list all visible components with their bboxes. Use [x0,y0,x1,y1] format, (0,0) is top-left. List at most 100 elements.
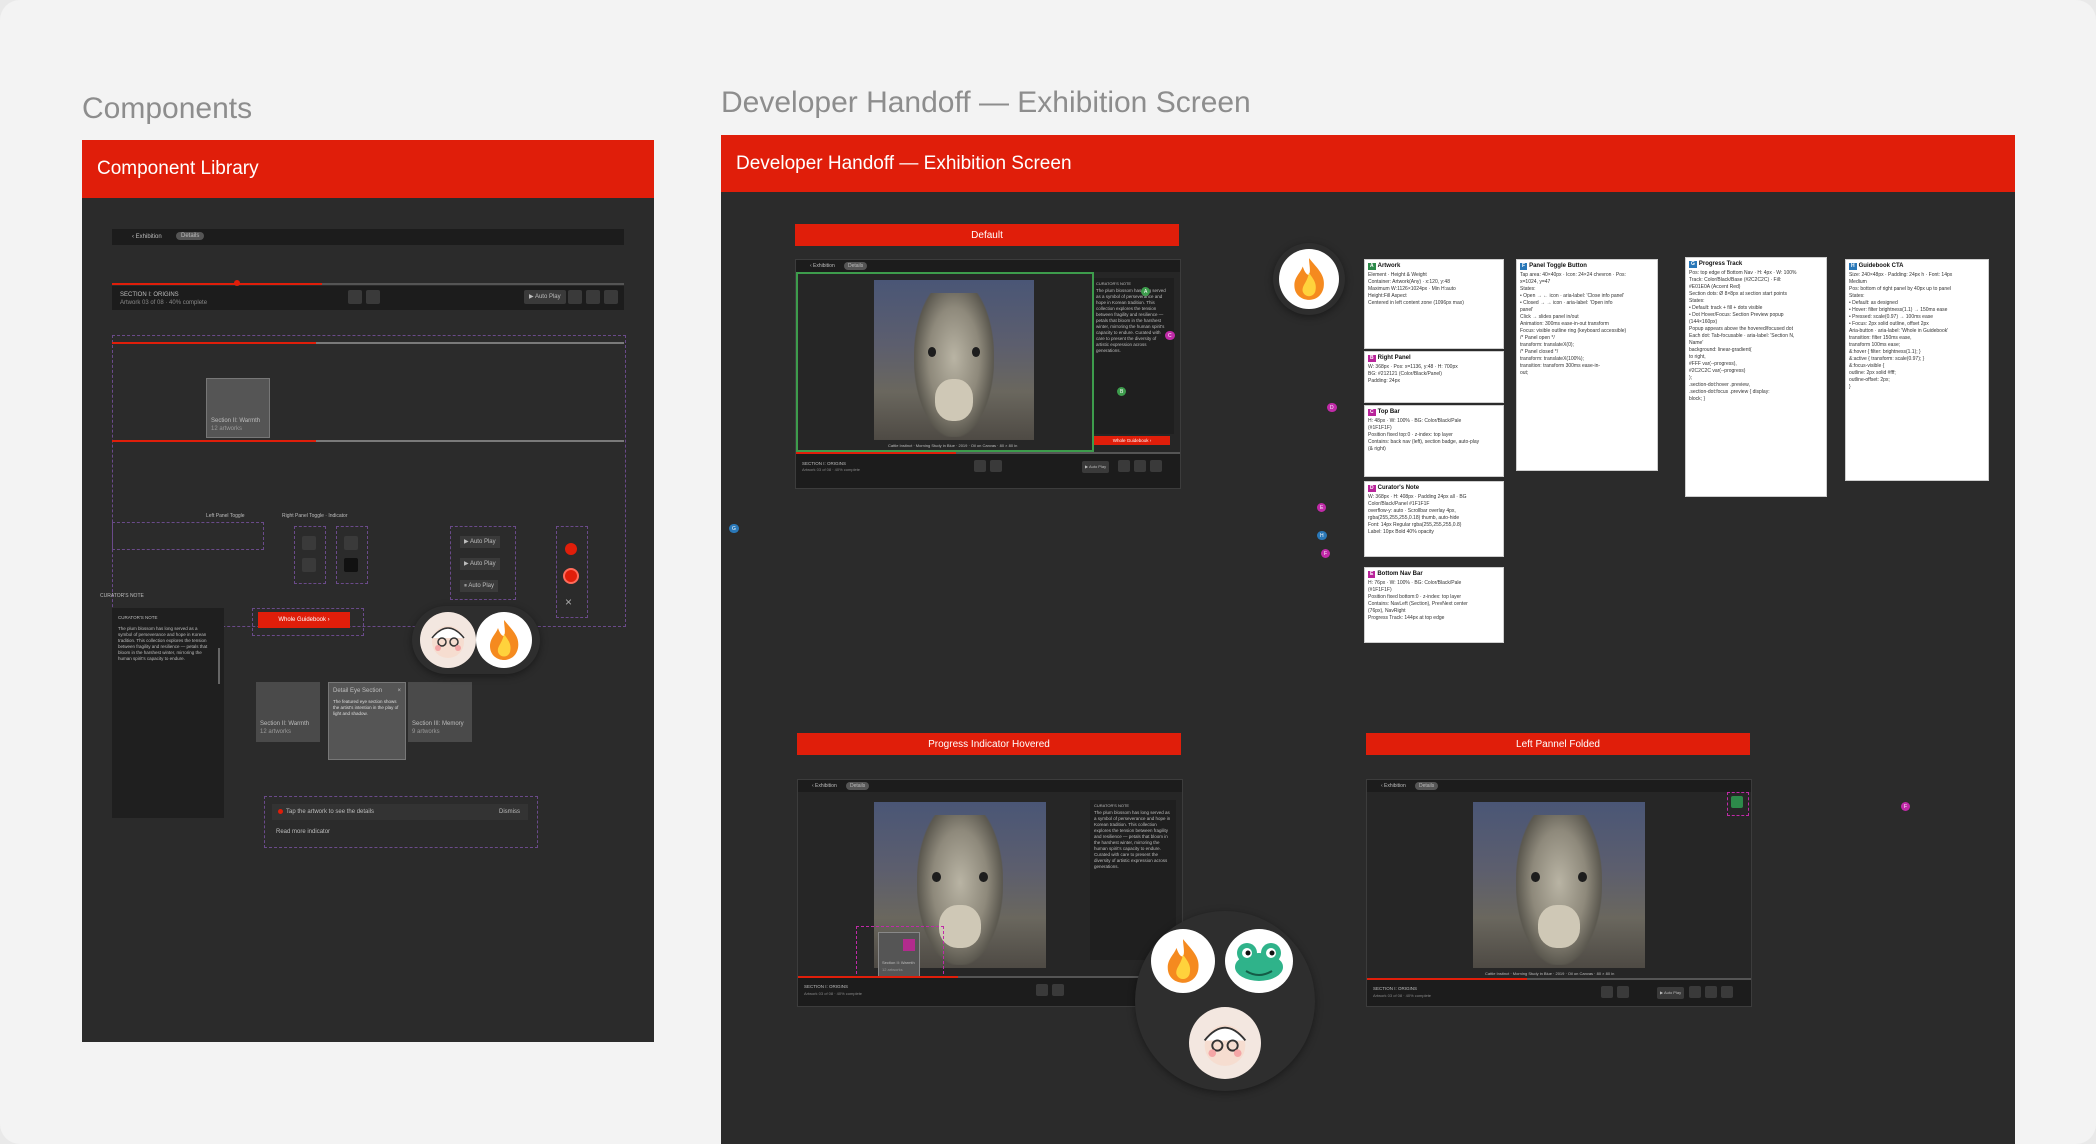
spec-note-bottom-nav[interactable]: E Bottom Nav Bar H: 76px · W: 100% · BG: … [1364,567,1504,643]
curators-note-label: CURATOR'S NOTE [118,615,158,620]
fullscreen-icon[interactable] [604,290,618,304]
folded-screen[interactable]: ‹ Exhibition Details Cattle Instinct · M… [1366,779,1752,1007]
screen-section-sub: Artwork 03 of 08 · 40% complete [802,467,861,472]
details-chip[interactable]: Details [176,232,205,240]
toast-action[interactable]: Dismiss [499,808,520,816]
folded-back-nav[interactable]: ‹ Exhibition [1381,782,1406,790]
detail-tooltip[interactable]: Detail Eye Section × The featured eye se… [328,682,406,760]
toast-component[interactable]: Tap the artwork to see the details Dismi… [272,804,528,820]
spec-note-right-panel[interactable]: B Right Panel W: 368px · Pos: x=1136, y:4… [1364,351,1504,403]
curators-note-component[interactable]: CURATOR'S NOTE The plum blossom has long… [112,608,224,818]
component-library-header: Component Library [82,140,654,198]
screen-autoplay[interactable]: ▶ Auto Play [1082,461,1110,473]
hovered-back-nav[interactable]: ‹ Exhibition [812,782,837,790]
screen-prev-button[interactable] [974,460,986,472]
progress-variants-group [112,335,626,627]
folded-share-icon[interactable] [1705,986,1717,998]
screen-next-button[interactable] [990,460,1002,472]
scrollbar-thumb[interactable] [218,648,220,684]
folded-prev-button[interactable] [1601,986,1613,998]
progress-track[interactable] [322,283,624,285]
folded-fullscreen-icon[interactable] [1721,986,1733,998]
section-card-label: Section II: Warmth [260,721,310,727]
panel-note-text: The plum blossom has long served as a sy… [1096,288,1166,353]
component-library-board[interactable]: Component Library ‹ Exhibition Details S… [82,140,654,1042]
tooltip-text: The featured eye section shows the artis… [333,699,399,716]
default-state-tab[interactable]: Default [795,224,1179,246]
right-panel[interactable]: CURATOR'S NOTE The plum blossom has long… [1092,278,1174,434]
artwork-zone-annotation [796,272,1094,452]
screen-fullscreen-icon[interactable] [1150,460,1162,472]
frog-face [1225,929,1293,993]
collaborator-cursors [412,606,540,674]
folded-artwork-cow[interactable] [1473,802,1645,968]
spec-note-artwork[interactable]: A Artwork Element · Height & Weight Contai… [1364,259,1504,349]
prev-button[interactable] [348,290,362,304]
curators-note-frame-label: CURATOR'S NOTE [100,593,144,599]
folded-chip[interactable]: Details [1415,782,1439,790]
pin-g[interactable]: G [729,524,739,533]
hovered-next-button[interactable] [1052,984,1064,996]
spec-note-curators-note[interactable]: D Curator's Note W: 368px · H: 408px · Pa… [1364,481,1504,557]
screen-chip[interactable]: Details [844,262,868,270]
hovered-prev-button[interactable] [1036,984,1048,996]
left-toggle-button[interactable] [302,536,316,550]
preview-card-sub: 12 artworks [211,426,243,432]
screen-share-icon[interactable] [1134,460,1146,472]
bottom-nav-component[interactable]: SECTION I: ORIGINS Artwork 03 of 08 · 40… [112,286,624,310]
folded-state-tab[interactable]: Left Pannel Folded [1366,733,1750,755]
section-preview-card[interactable]: Section II: Warmth 12 artworks [206,378,270,438]
share-icon[interactable] [586,290,600,304]
guidebook-cta-button[interactable]: Whole Guidebook › [258,612,350,628]
default-screen[interactable]: ‹ Exhibition Details CURATOR'S NOTE The … [795,259,1181,489]
screen-heart-icon[interactable] [1118,460,1130,472]
folded-caption: Cattle Instinct · Morning Study in Blue … [1485,971,1615,976]
pin-h[interactable]: H [1317,531,1327,540]
spec-note-panel-toggle[interactable]: F Panel Toggle Button Tap area: 40×40px ·… [1516,259,1658,471]
autoplay-default[interactable]: ▶ Auto Play [460,536,500,548]
hovered-chip[interactable]: Details [846,782,870,790]
panel-note-label: CURATOR'S NOTE [1096,281,1132,286]
pin-f[interactable]: F [1321,549,1331,558]
folded-heart-icon[interactable] [1689,986,1701,998]
spec-note-progress-track[interactable]: G Progress Track Pos: top edge of Bottom … [1685,257,1827,497]
handoff-frame-label[interactable]: Developer Handoff — Exhibition Screen [721,86,1251,120]
autoplay-hover[interactable]: ▶ Auto Play [460,558,500,570]
hovered-note-label: CURATOR'S NOTE [1094,803,1130,808]
section-card-2[interactable]: Section III: Memory 9 artworks [408,682,472,742]
pin-c[interactable]: C [1165,331,1175,340]
components-frame-label[interactable]: Components [82,92,252,126]
next-button[interactable] [366,290,380,304]
section-card[interactable]: Section II: Warmth 12 artworks [256,682,320,742]
spec-note-top-bar[interactable]: C Top Bar H: 48px · W: 100% · BG: Color/B… [1364,405,1504,477]
pin-folded[interactable]: F [1901,802,1911,811]
left-toggle-variants [294,526,326,584]
record-icon-hover[interactable] [563,568,579,584]
close-icon[interactable]: × [565,596,577,608]
top-bar-component[interactable]: ‹ Exhibition Details [112,229,624,245]
section-card-2-label: Section III: Memory [412,721,464,727]
section-card-sub: 12 artworks [260,729,292,735]
hovered-state-tab[interactable]: Progress Indicator Hovered [797,733,1181,755]
autoplay-active[interactable]: ⏸ Auto Play [460,580,499,592]
hovered-screen[interactable]: ‹ Exhibition Details CURATOR'S NOTE The … [797,779,1183,1007]
guidebook-cta[interactable]: Whole Guidebook › [1094,436,1170,445]
folded-panel-toggle[interactable] [1731,796,1743,808]
auto-play-button[interactable]: ▶ Auto Play [524,290,566,304]
pin-d[interactable]: D [1327,403,1337,412]
left-toggle-button-alt[interactable] [302,558,316,572]
folded-next-button[interactable] [1617,986,1629,998]
handoff-header: Developer Handoff — Exhibition Screen [721,135,2015,192]
back-nav[interactable]: ‹ Exhibition [132,233,162,241]
right-toggle-button-alt[interactable] [344,558,358,572]
spec-note-guidebook-cta[interactable]: H Guidebook CTA Size: 240×48px · Padding:… [1845,259,1989,481]
heart-icon[interactable] [568,290,582,304]
handoff-board[interactable]: Developer Handoff — Exhibition Screen De… [721,135,2015,1144]
right-toggle-button[interactable] [344,536,358,550]
record-icon[interactable] [565,543,577,555]
tooltip-close-icon[interactable]: × [397,687,401,695]
folded-autoplay[interactable]: ▶ Auto Play [1657,987,1685,999]
screen-back-nav[interactable]: ‹ Exhibition [810,262,835,270]
pin-e[interactable]: E [1317,503,1327,512]
toggle-label: Left Panel Toggle [206,513,245,519]
